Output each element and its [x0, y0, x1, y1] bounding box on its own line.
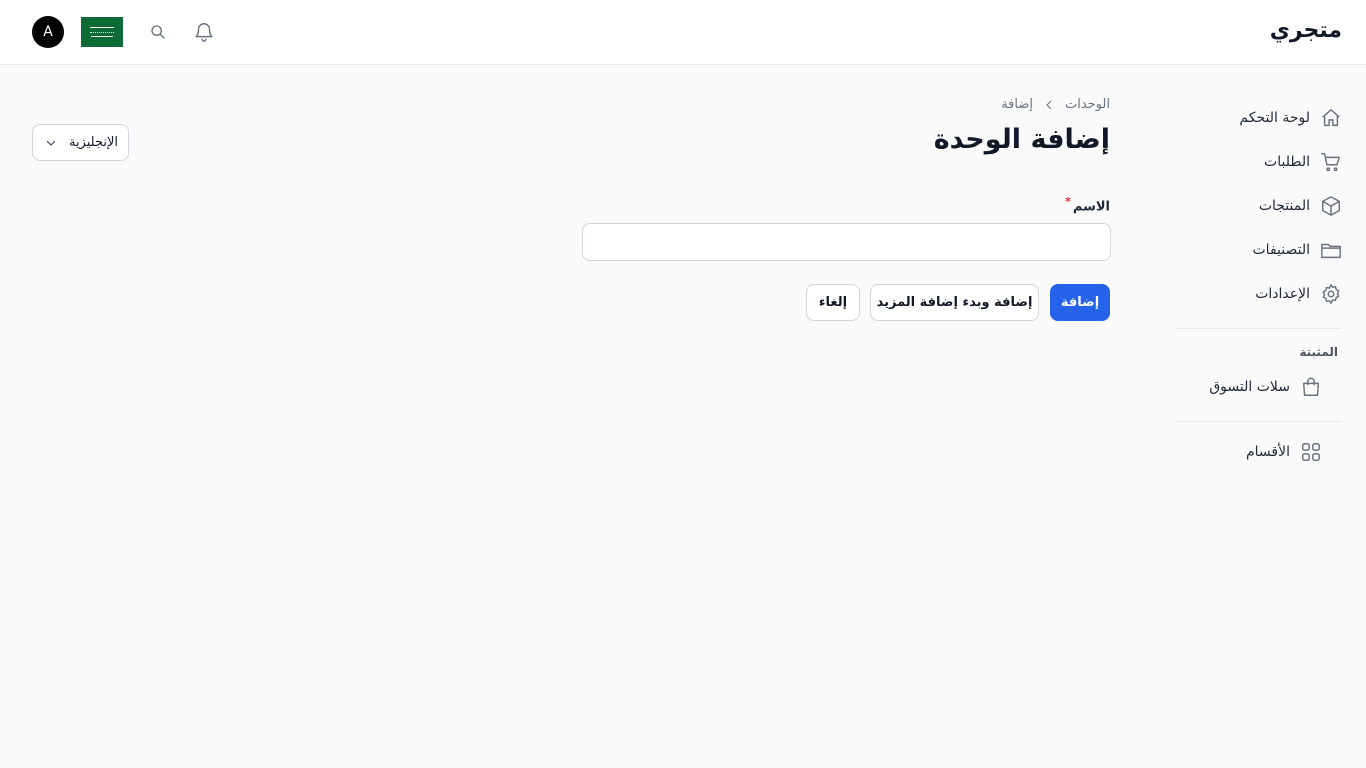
sidebar-nav: لوحة التحكم الطلبات المنتجات التصنيفات ا… — [1176, 96, 1342, 474]
sidebar-item-settings[interactable]: الإعدادات — [1176, 272, 1342, 316]
sidebar-item-label: الطلبات — [1264, 154, 1310, 170]
sidebar-item-orders[interactable]: الطلبات — [1176, 140, 1342, 184]
notifications-button[interactable] — [192, 20, 216, 44]
top-bar: متجري A — [0, 0, 1366, 65]
sidebar-item-label: لوحة التحكم — [1239, 110, 1310, 126]
add-button[interactable]: إضافة — [1050, 284, 1110, 321]
saudi-flag-language-button[interactable] — [81, 17, 123, 47]
language-select[interactable]: الإنجليزية — [32, 124, 129, 161]
flag-sword-mark — [91, 35, 113, 38]
sidebar-item-label: المنتجات — [1258, 198, 1310, 214]
cart-icon — [1321, 153, 1340, 172]
sidebar-item-dashboard[interactable]: لوحة التحكم — [1176, 96, 1342, 140]
gear-icon — [1322, 284, 1340, 304]
sidebar-item-label: التصنيفات — [1252, 242, 1311, 258]
cancel-button[interactable]: إلغاء — [806, 284, 860, 321]
grid-icon — [1302, 443, 1320, 461]
pinned-group-title: المثبتة — [1299, 345, 1338, 359]
sidebar-item-products[interactable]: المنتجات — [1176, 184, 1342, 228]
breadcrumb-parent-link[interactable]: الوحدات — [1065, 97, 1110, 112]
search-icon — [151, 25, 165, 39]
sidebar-item-sections[interactable]: الأقسام — [1176, 430, 1342, 474]
page-title: إضافة الوحدة — [933, 124, 1110, 155]
required-asterisk: * — [1065, 195, 1071, 208]
brand-title[interactable]: متجري — [1270, 18, 1342, 43]
bell-icon — [195, 23, 213, 42]
flag-script-mark — [90, 26, 114, 33]
sidebar-item-label: الإعدادات — [1255, 286, 1310, 302]
user-avatar[interactable]: A — [32, 16, 64, 48]
chevron-down-icon — [46, 140, 56, 146]
language-select-value: الإنجليزية — [68, 135, 118, 150]
folder-icon — [1321, 243, 1341, 259]
breadcrumb-current: إضافة — [1001, 97, 1033, 112]
sidebar-item-label: سلات التسوق — [1209, 379, 1290, 395]
sidebar-divider — [1176, 328, 1342, 329]
box-icon — [1322, 196, 1340, 216]
name-input[interactable] — [582, 223, 1111, 261]
sidebar-item-label: الأقسام — [1246, 444, 1290, 460]
chevron-left-icon — [1046, 100, 1052, 109]
shopping-bag-icon — [1302, 377, 1320, 396]
home-icon — [1322, 109, 1340, 127]
breadcrumb: الوحدات إضافة — [1001, 97, 1110, 112]
sidebar-item-shopping-carts[interactable]: سلات التسوق — [1176, 365, 1342, 409]
name-label-text: الاسم — [1072, 199, 1110, 215]
add-and-create-another-button[interactable]: إضافة وبدء إضافة المزيد — [870, 284, 1039, 321]
name-field-label: الاسم* — [1065, 195, 1110, 214]
avatar-initial: A — [43, 24, 53, 40]
sidebar-item-categories[interactable]: التصنيفات — [1176, 228, 1342, 272]
search-button[interactable] — [146, 20, 170, 44]
